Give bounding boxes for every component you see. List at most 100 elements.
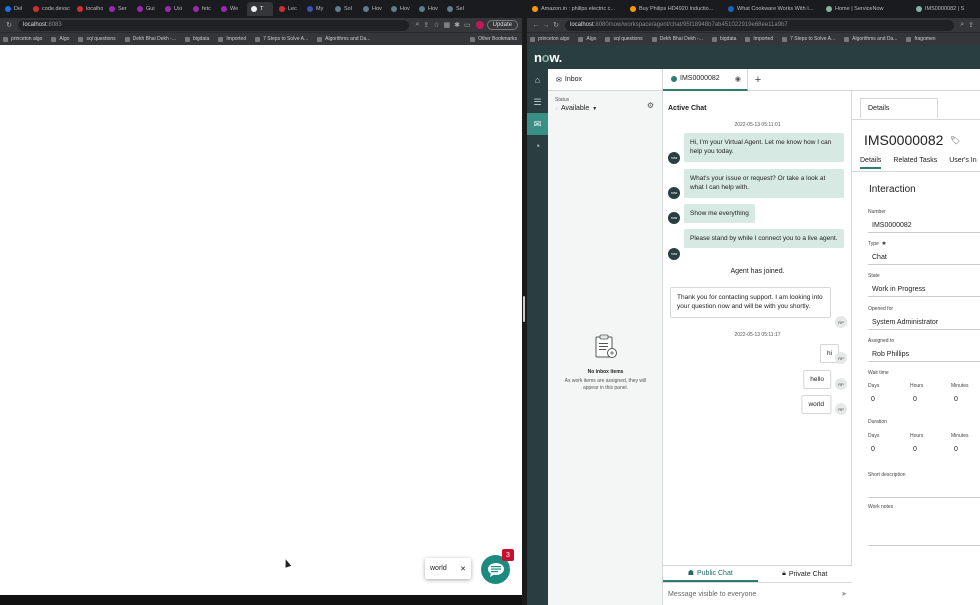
left-browser-tab[interactable]: Lec — [275, 2, 301, 16]
bookmark-item[interactable]: Algorithms and Da... — [844, 36, 897, 42]
left-browser-tab[interactable]: Ser — [105, 2, 131, 16]
bookmark-item[interactable]: Algo — [578, 36, 596, 42]
tag-icon[interactable]: 🏷︎ — [950, 136, 960, 145]
left-browser-tab[interactable]: Sel — [443, 2, 469, 16]
back-icon[interactable]: ← — [531, 22, 541, 29]
bookmark-label: sql questions — [86, 36, 116, 42]
left-browser-tab[interactable]: Del — [1, 2, 27, 16]
home-icon[interactable]: ⌂ — [527, 69, 548, 91]
chat-pane: Active Chat 2022-05-13 05:11:01 Hi, I'm … — [663, 91, 852, 605]
bookmark-item[interactable]: sql questions — [605, 36, 643, 42]
bookmark-item[interactable]: fragomen — [906, 36, 936, 42]
left-browser-tab[interactable]: Sol — [331, 2, 357, 16]
logo-part-n: n — [534, 49, 542, 65]
right-browser-tab[interactable]: Amazon.in : philips electric c... — [528, 2, 624, 16]
bookmark-item[interactable]: princeton algo — [530, 36, 569, 42]
wait-hours-field[interactable]: 0 — [913, 396, 917, 403]
duration-hours-field[interactable]: 0 — [913, 446, 917, 453]
inbox-icon[interactable]: ✉ — [527, 113, 548, 135]
eye-icon[interactable]: ◉ — [735, 75, 741, 83]
divider-handle[interactable] — [523, 296, 525, 322]
right-address-bar[interactable]: localhost:8080/now/workspace/agent/chat/… — [565, 19, 955, 31]
bookmark-item[interactable]: Imported — [745, 36, 773, 42]
extensions-icon[interactable]: ▦ — [444, 21, 451, 29]
duration-days-field[interactable]: 0 — [871, 446, 875, 453]
right-browser-tab[interactable]: What Cookware Works With I... — [724, 2, 820, 16]
bookmark-item[interactable]: Algorithms and Da... — [317, 36, 370, 42]
tab-record-details[interactable]: Details — [860, 157, 882, 169]
right-browser-tab[interactable]: IMS0000082 | S — [912, 2, 972, 16]
puzzle-icon[interactable]: ✱ — [454, 21, 460, 29]
right-browser-tab[interactable]: Home | ServiceNow — [822, 2, 910, 16]
gear-icon[interactable]: ⚙ — [647, 101, 654, 110]
close-icon[interactable]: ✕ — [460, 565, 466, 573]
tab-chat-record[interactable]: IMS0000082 ◉ — [663, 68, 748, 91]
other-bookmarks[interactable]: Other Bookmarks — [470, 36, 517, 42]
dashboard-icon[interactable]: ◔ — [527, 135, 548, 157]
left-browser-tab[interactable]: Gui — [133, 2, 159, 16]
left-browser-tab[interactable]: Hov — [415, 2, 441, 16]
bookmark-item[interactable]: sql questions — [78, 36, 116, 42]
type-field[interactable]: Chat — [868, 250, 980, 265]
duration-label: Duration — [868, 419, 887, 425]
wait-hours-label: Hours — [910, 383, 924, 389]
update-button[interactable]: Update — [486, 20, 518, 30]
bookmark-item[interactable]: Dekh Bhai Dekh -... — [124, 36, 176, 42]
tab-details[interactable]: Details — [860, 98, 938, 119]
folder-icon — [470, 36, 476, 42]
wait-minutes-field[interactable]: 0 — [954, 396, 958, 403]
list-icon[interactable]: ☰ — [527, 91, 548, 113]
inbox-icon: ✉ — [556, 76, 562, 84]
left-taskbar — [0, 595, 522, 605]
state-field[interactable]: Work in Progress — [868, 282, 980, 297]
left-browser-tab[interactable]: Usi — [161, 2, 187, 16]
bookmark-item[interactable]: bigdata — [711, 36, 736, 42]
left-browser-tab[interactable]: My — [303, 2, 329, 16]
bookmark-label: Algorithms and Da... — [852, 36, 898, 42]
reload-icon[interactable]: ↻ — [4, 21, 14, 29]
tab-users-info[interactable]: User's In — [949, 157, 976, 169]
forward-icon[interactable]: → — [541, 22, 551, 29]
bookmark-item[interactable]: bigdata — [184, 36, 209, 42]
number-field[interactable]: IMS0000082 — [868, 218, 980, 233]
left-browser-tab[interactable]: code.devsc — [29, 2, 71, 16]
chat-bubble-icon — [487, 562, 504, 577]
chat-preview-popup[interactable]: world ✕ — [425, 558, 471, 579]
bookmark-item[interactable]: 7 Steps to Solve A... — [782, 36, 835, 42]
share-icon[interactable]: ⇪ — [423, 21, 429, 29]
left-browser-tab[interactable]: Hov — [359, 2, 385, 16]
duration-minutes-field[interactable]: 0 — [954, 446, 958, 453]
reload-icon[interactable]: ↻ — [551, 21, 561, 29]
opened-for-field[interactable]: System Administrator — [868, 315, 980, 330]
left-browser-tab[interactable]: T — [247, 2, 273, 16]
left-browser-tab[interactable]: fetc — [189, 2, 215, 16]
work-notes-field[interactable] — [868, 512, 980, 546]
left-browser-tab[interactable]: localhost — [73, 2, 103, 16]
profile-avatar[interactable] — [475, 21, 484, 29]
message-input[interactable]: Message visible to everyone ➤ — [663, 583, 852, 605]
left-browser-tab[interactable]: Hov — [387, 2, 413, 16]
bookmark-item[interactable]: princeton algo — [3, 36, 42, 42]
servicenow-logo[interactable]: now. — [534, 50, 562, 65]
tab-label: Amazon.in : philips electric c... — [541, 6, 615, 12]
tab-related-tasks[interactable]: Related Tasks — [893, 157, 937, 169]
star-icon[interactable]: ☆ — [433, 21, 439, 29]
short-description-field[interactable] — [868, 480, 980, 498]
tab-public-chat[interactable]: ☗ Public Chat — [663, 566, 758, 582]
wait-days-field[interactable]: 0 — [871, 396, 875, 403]
bookmark-item[interactable]: 7 Steps to Solve A... — [255, 36, 308, 42]
sidebar-icon[interactable]: ▭ — [464, 21, 471, 29]
tab-private-chat[interactable]: 🔒︎ Private Chat — [758, 566, 853, 582]
left-address-bar[interactable]: localhost:8083 — [18, 19, 410, 31]
add-tab-button[interactable]: + — [748, 74, 768, 86]
bookmark-item[interactable]: Algo — [51, 36, 69, 42]
right-browser-tab[interactable]: Buy Philips HD4920 Inductio... — [626, 2, 722, 16]
assigned-to-field[interactable]: Rob Phillips — [868, 347, 980, 362]
share-icon[interactable]: ⇪ — [968, 21, 974, 29]
search-icon[interactable]: ⌕ — [960, 21, 964, 29]
search-icon[interactable]: ⌕ — [415, 21, 419, 29]
left-browser-tab[interactable]: We — [217, 2, 245, 16]
bookmark-item[interactable]: Dekh Bhai Dekh -... — [651, 36, 703, 42]
bookmark-item[interactable]: Imported — [218, 36, 246, 42]
send-icon[interactable]: ➤ — [841, 590, 847, 598]
